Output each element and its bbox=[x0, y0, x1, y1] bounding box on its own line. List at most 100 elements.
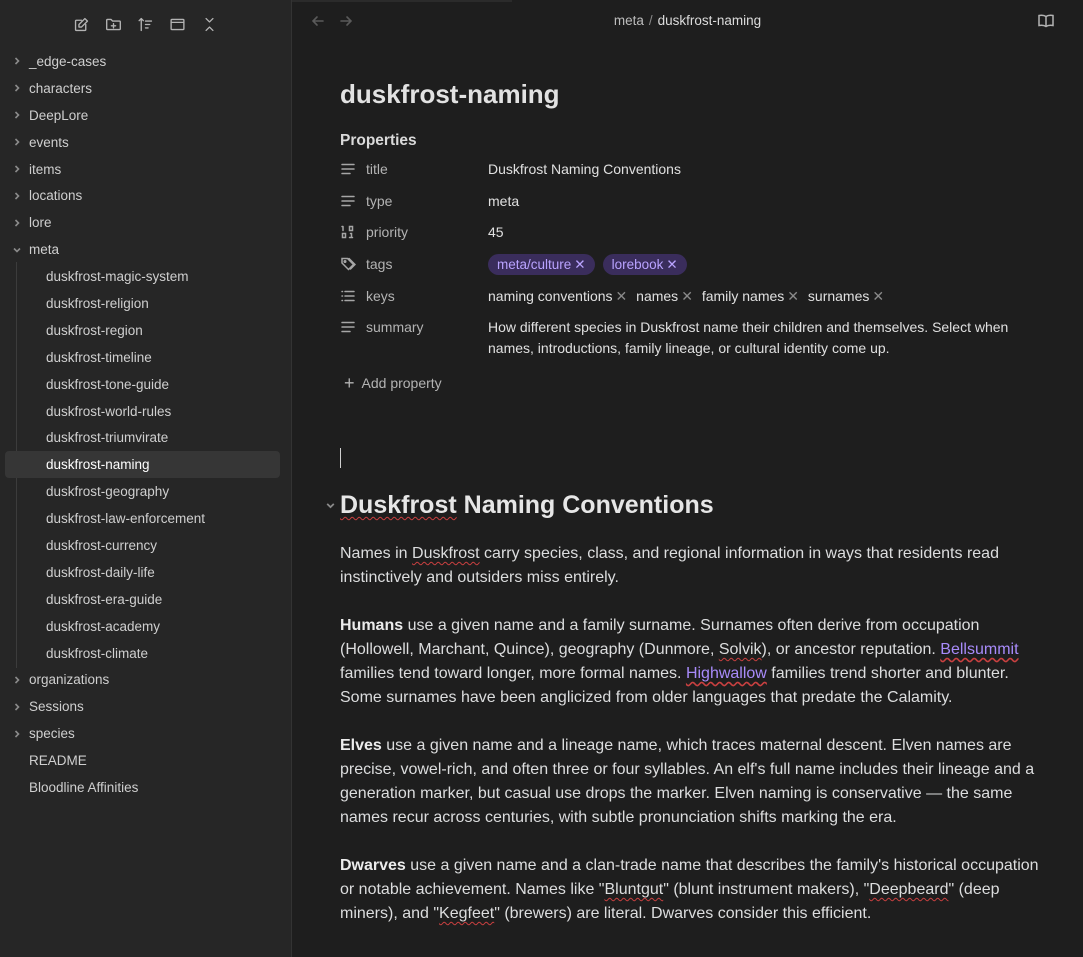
list-value-item[interactable]: names ✕ bbox=[636, 288, 693, 304]
property-type: type meta bbox=[340, 188, 1040, 220]
note-body[interactable]: Names in Duskfrost carry species, class,… bbox=[340, 542, 1040, 950]
folder-label: _edge-cases bbox=[29, 53, 107, 69]
file-item[interactable]: duskfrost-region bbox=[0, 317, 291, 344]
folder-lore[interactable]: lore bbox=[0, 209, 291, 236]
property-key[interactable]: tags bbox=[340, 251, 488, 277]
file-item[interactable]: duskfrost-daily-life bbox=[0, 559, 291, 586]
chevron-right-icon bbox=[10, 54, 24, 68]
file-item[interactable]: duskfrost-religion bbox=[0, 290, 291, 317]
internal-link[interactable]: Highwallow bbox=[686, 665, 767, 682]
new-folder-icon[interactable] bbox=[103, 13, 125, 35]
folder-deeplore[interactable]: DeepLore bbox=[0, 102, 291, 129]
folder-sessions[interactable]: Sessions bbox=[0, 693, 291, 720]
folder-species[interactable]: species bbox=[0, 720, 291, 747]
note-title[interactable]: duskfrost-naming bbox=[340, 76, 1040, 112]
folder-organizations[interactable]: organizations bbox=[0, 666, 291, 693]
chevron-right-icon bbox=[10, 81, 24, 95]
heading-h1[interactable]: Duskfrost Naming Conventions bbox=[340, 487, 1040, 523]
tag-pill[interactable]: lorebook ✕ bbox=[602, 254, 687, 276]
new-note-icon[interactable] bbox=[71, 13, 93, 35]
breadcrumb-current[interactable]: duskfrost-naming bbox=[658, 13, 762, 28]
folder-items[interactable]: items bbox=[0, 156, 291, 183]
folder-label: DeepLore bbox=[29, 107, 89, 123]
tags-icon bbox=[341, 257, 356, 271]
folder-label: events bbox=[29, 134, 69, 150]
folder-locations[interactable]: locations bbox=[0, 182, 291, 209]
sort-icon[interactable] bbox=[135, 13, 157, 35]
property-tags: tags meta/culture ✕ lorebook ✕ bbox=[340, 251, 1040, 283]
file-item[interactable]: duskfrost-magic-system bbox=[0, 263, 291, 290]
property-value[interactable]: Duskfrost Naming Conventions bbox=[488, 156, 1040, 180]
editor-pane: meta / duskfrost-naming duskfrost-naming P… bbox=[292, 0, 1083, 957]
collapse-all-icon[interactable] bbox=[199, 13, 221, 35]
property-key[interactable]: priority bbox=[340, 219, 488, 245]
file-item[interactable]: duskfrost-currency bbox=[0, 532, 291, 559]
file-readme[interactable]: README bbox=[0, 747, 291, 774]
folder-characters[interactable]: characters bbox=[0, 75, 291, 102]
file-item[interactable]: duskfrost-law-enforcement bbox=[0, 505, 291, 532]
properties-heading[interactable]: Properties bbox=[340, 132, 1040, 156]
folder-events[interactable]: events bbox=[0, 129, 291, 156]
file-bloodline-affinities[interactable]: Bloodline Affinities bbox=[0, 774, 291, 801]
remove-icon[interactable]: ✕ bbox=[681, 288, 693, 304]
file-label: duskfrost-daily-life bbox=[46, 564, 155, 580]
file-item[interactable]: duskfrost-geography bbox=[0, 478, 291, 505]
remove-icon[interactable]: ✕ bbox=[616, 288, 628, 304]
file-item[interactable]: duskfrost-world-rules bbox=[0, 398, 291, 425]
remove-icon[interactable]: ✕ bbox=[574, 257, 585, 272]
chevron-down-icon bbox=[10, 243, 24, 257]
property-value[interactable]: How different species in Duskfrost name … bbox=[488, 314, 1040, 359]
collapse-view-icon[interactable] bbox=[167, 13, 189, 35]
remove-icon[interactable]: ✕ bbox=[872, 288, 884, 304]
property-key-label: tags bbox=[366, 256, 393, 273]
file-tree: _edge-cases characters DeepLore events i… bbox=[0, 48, 291, 801]
property-key[interactable]: title bbox=[340, 156, 488, 182]
list-value-item[interactable]: family names ✕ bbox=[702, 288, 799, 304]
chevron-right-icon bbox=[10, 727, 24, 741]
file-item[interactable]: duskfrost-era-guide bbox=[0, 586, 291, 613]
list-value-label: naming conventions bbox=[488, 287, 613, 304]
list-value-item[interactable]: surnames ✕ bbox=[808, 288, 884, 304]
property-key[interactable]: keys bbox=[340, 283, 488, 309]
file-label: duskfrost-academy bbox=[46, 618, 161, 634]
file-item[interactable]: duskfrost-academy bbox=[0, 613, 291, 640]
file-item-active[interactable]: duskfrost-naming bbox=[5, 451, 280, 479]
internal-link[interactable]: Bellsummit bbox=[940, 641, 1018, 658]
file-item[interactable]: duskfrost-climate bbox=[0, 640, 291, 667]
fold-chevron-icon[interactable] bbox=[325, 498, 337, 510]
file-label: duskfrost-magic-system bbox=[46, 269, 189, 285]
folder-label: meta bbox=[29, 242, 60, 258]
folder-edge-cases[interactable]: _edge-cases bbox=[0, 48, 291, 75]
heading-misspelled-word: Duskfrost bbox=[340, 491, 457, 519]
property-key[interactable]: type bbox=[340, 188, 488, 214]
number-icon bbox=[341, 226, 354, 239]
property-key-label: priority bbox=[366, 224, 409, 241]
file-item[interactable]: duskfrost-timeline bbox=[0, 344, 291, 371]
list-value-item[interactable]: naming conventions ✕ bbox=[488, 288, 627, 304]
add-property-button[interactable]: + Add property bbox=[340, 371, 1040, 395]
text-cursor bbox=[340, 448, 341, 468]
plus-icon: + bbox=[344, 372, 355, 393]
folder-meta[interactable]: meta bbox=[0, 236, 291, 263]
remove-icon[interactable]: ✕ bbox=[787, 288, 799, 304]
property-value: meta/culture ✕ lorebook ✕ bbox=[488, 251, 1040, 276]
heading-text: Naming Conventions bbox=[456, 491, 714, 519]
remove-icon[interactable]: ✕ bbox=[666, 257, 677, 272]
tag-pill[interactable]: meta/culture ✕ bbox=[488, 254, 595, 276]
chevron-right-icon bbox=[10, 673, 24, 687]
chevron-right-icon bbox=[10, 108, 24, 122]
property-value[interactable]: meta bbox=[488, 188, 1040, 212]
file-item[interactable]: duskfrost-tone-guide bbox=[0, 371, 291, 398]
property-key[interactable]: summary bbox=[340, 314, 488, 340]
file-item[interactable]: duskfrost-triumvirate bbox=[0, 424, 291, 451]
chevron-right-icon bbox=[10, 135, 24, 149]
file-label: duskfrost-climate bbox=[46, 645, 149, 661]
breadcrumb-parent[interactable]: meta bbox=[614, 13, 644, 28]
file-label: duskfrost-world-rules bbox=[46, 403, 172, 419]
property-value[interactable]: 45 bbox=[488, 219, 1040, 243]
list-icon bbox=[341, 290, 355, 301]
property-key-label: title bbox=[366, 161, 388, 177]
property-summary: summary How different species in Duskfro… bbox=[340, 314, 1040, 359]
file-label: duskfrost-religion bbox=[46, 295, 149, 311]
reading-view-icon[interactable] bbox=[1037, 13, 1055, 29]
